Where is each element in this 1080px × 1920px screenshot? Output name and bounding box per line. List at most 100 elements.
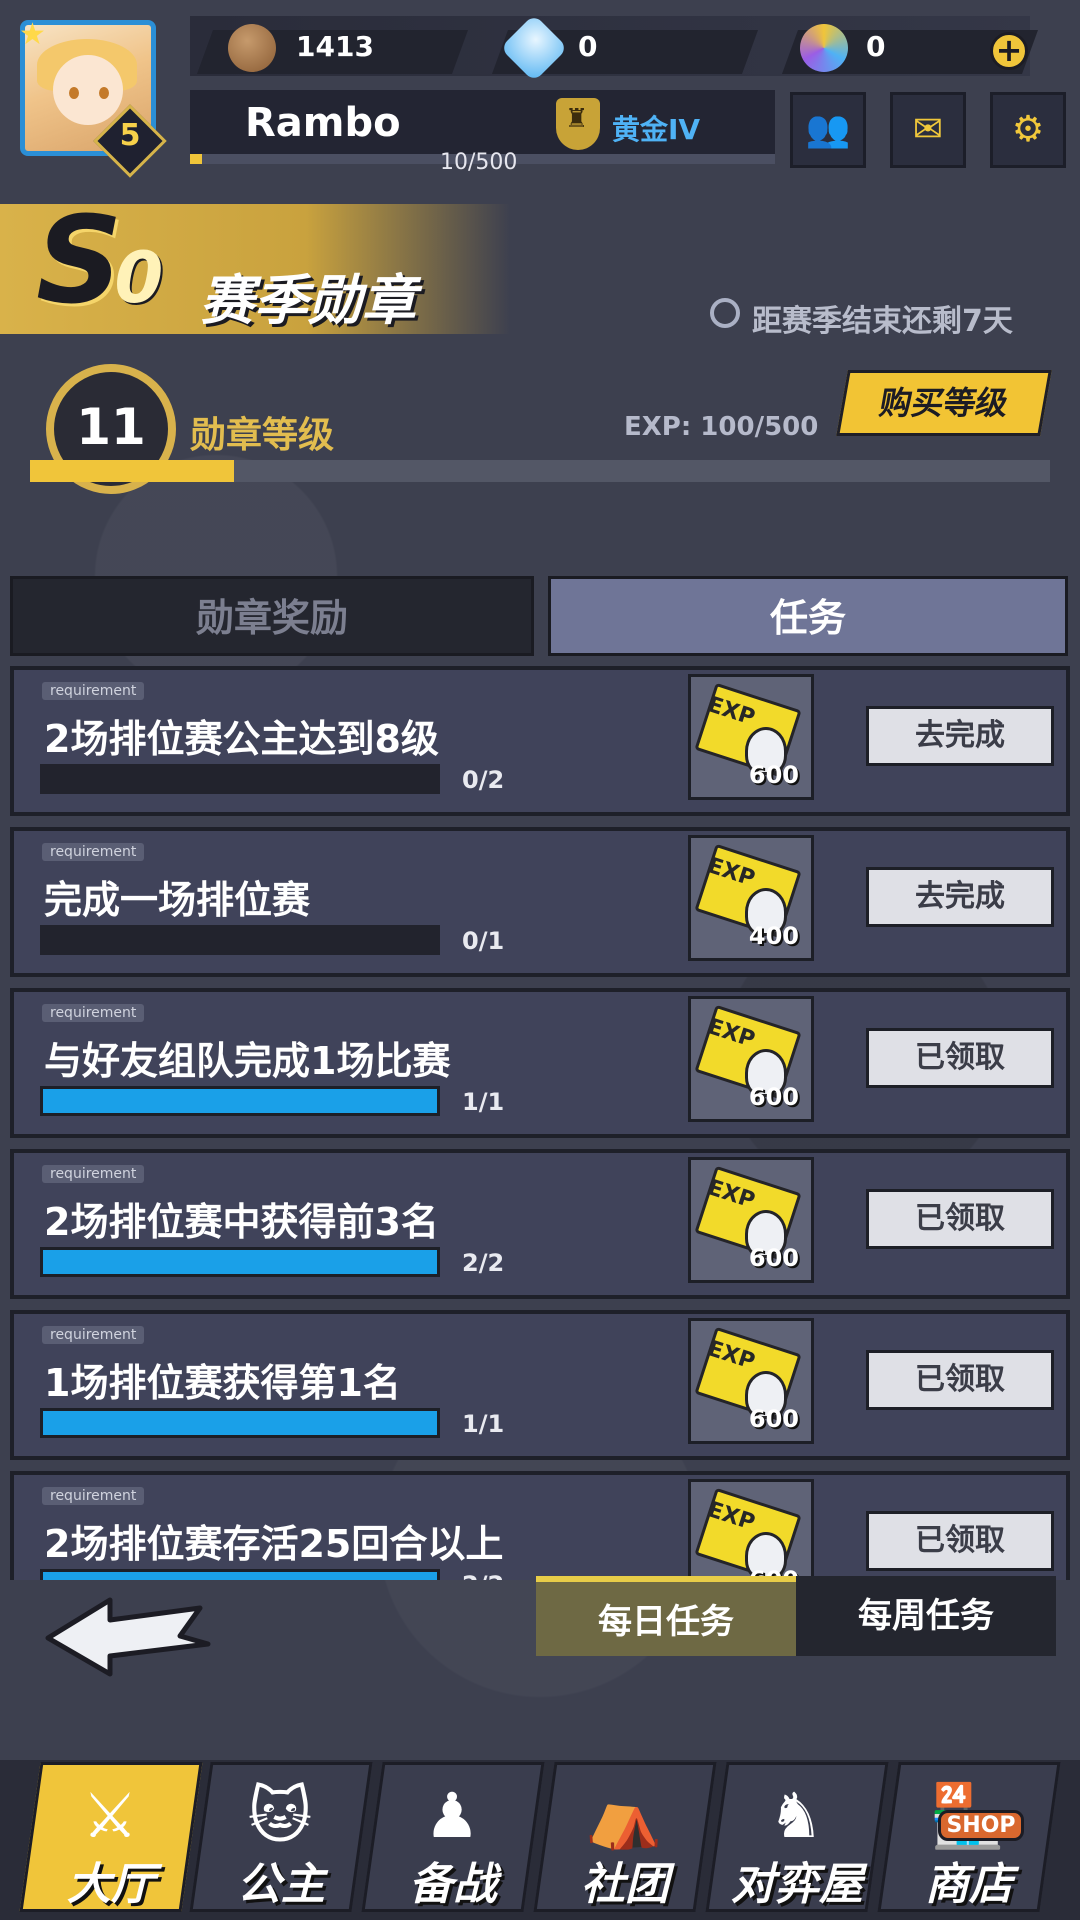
requirement-tag: requirement (42, 1326, 145, 1344)
reward-amount: 600 (748, 761, 799, 789)
tab-weekly-tasks[interactable]: 每周任务 (796, 1576, 1056, 1656)
friends-icon: 👥 (805, 109, 851, 150)
potato-coin-icon (228, 24, 276, 72)
task-row: requirement 完成一场排位赛 0/1 EXP 400 去完成 (10, 827, 1070, 977)
exp-ticket-reward: EXP 400 (688, 835, 814, 961)
task-progress-bar (40, 1408, 440, 1438)
task-row: requirement 2场排位赛存活25回合以上 2/2 EXP600 已领取 (10, 1471, 1070, 1580)
season-badge-number: 0 (114, 237, 163, 319)
nav-label: 社团 (581, 1859, 669, 1910)
task-row: requirement 2场排位赛公主达到8级 0/2 EXP 600 去完成 (10, 666, 1070, 816)
shop-sign: SHOP (938, 1810, 1024, 1841)
task-row: requirement 1场排位赛获得第1名 1/1 EXP 600 已领取 (10, 1310, 1070, 1460)
task-progress-fill (40, 1247, 440, 1277)
task-progress-fill (40, 1408, 440, 1438)
task-progress-fill (40, 1569, 440, 1580)
tab-tasks[interactable]: 任务 (548, 576, 1068, 656)
task-title: 1场排位赛获得第1名 (44, 1361, 401, 1405)
requirement-tag: requirement (42, 843, 145, 861)
requirement-tag: requirement (42, 1487, 145, 1505)
exp-ticket-reward: EXP 600 (688, 1479, 814, 1580)
clock-icon (710, 298, 740, 328)
task-title: 与好友组队完成1场比赛 (44, 1039, 451, 1083)
nav-label: 商店 (925, 1859, 1013, 1910)
task-title: 2场排位赛中获得前3名 (44, 1200, 439, 1244)
task-list[interactable]: requirement 2场排位赛公主达到8级 0/2 EXP 600 去完成 requir… (10, 666, 1070, 1580)
diamond-count: 0 (578, 30, 598, 63)
add-currency-icon[interactable]: + (990, 32, 1028, 70)
star-icon: ★ (19, 17, 46, 52)
ring-gem-icon (800, 24, 848, 72)
player-rank: 黄金IV (612, 113, 701, 146)
medal-exp-text: EXP: 100/500 (624, 412, 819, 442)
gear-icon: ⚙ (1011, 109, 1045, 150)
task-progress-bar (40, 1569, 440, 1580)
chess-pieces-icon: ♟ (424, 1779, 480, 1852)
season-title: 赛季勋章 (200, 269, 416, 332)
medal-level-label: 勋章等级 (190, 415, 335, 456)
rank-shield-icon (556, 98, 600, 150)
task-row: requirement 与好友组队完成1场比赛 1/1 EXP 600 已领取 (10, 988, 1070, 1138)
task-action-button[interactable]: 去完成 (866, 867, 1054, 927)
task-progress-text: 1/1 (462, 1410, 505, 1438)
exp-ticket-reward: EXP 600 (688, 674, 814, 800)
task-action-button[interactable]: 已领取 (866, 1350, 1054, 1410)
buy-level-button[interactable]: 购买等级 (836, 370, 1052, 436)
player-level: 5 (119, 118, 141, 153)
exp-ticket-reward: EXP 600 (688, 996, 814, 1122)
settings-button[interactable]: ⚙ (990, 92, 1066, 168)
club-tent-icon: ⛺ (585, 1779, 663, 1852)
potato-coin-count: 1413 (296, 30, 374, 63)
mail-button[interactable]: ✉ (890, 92, 966, 168)
nav-label: 公主 (237, 1859, 325, 1910)
task-progress-text: 2/2 (462, 1571, 504, 1580)
requirement-tag: requirement (42, 1165, 145, 1183)
reward-amount: 600 (748, 1244, 799, 1272)
task-action-button[interactable]: 已领取 (866, 1189, 1054, 1249)
back-arrow-icon[interactable] (40, 1594, 214, 1678)
task-progress-text: 1/1 (462, 1088, 505, 1116)
exp-ticket-reward: EXP 600 (688, 1318, 814, 1444)
season-time-left: 距赛季结束还剩7天 (752, 304, 1013, 339)
task-progress-bar (40, 925, 440, 955)
nav-label: 对弈屋 (731, 1859, 863, 1910)
medal-exp-bar (30, 460, 1050, 482)
task-title: 2场排位赛公主达到8级 (44, 717, 439, 761)
tab-medal-reward[interactable]: 勋章奖励 (10, 576, 534, 656)
exp-ticket-reward: EXP 600 (688, 1157, 814, 1283)
task-action-button[interactable]: 已领取 (866, 1028, 1054, 1088)
princess-icon: 🐱 (247, 1779, 313, 1852)
requirement-tag: requirement (42, 682, 145, 700)
task-progress-text: 2/2 (462, 1249, 505, 1277)
avatar-face (53, 55, 123, 125)
task-action-button[interactable]: 去完成 (866, 706, 1054, 766)
player-xp-fill (190, 154, 202, 164)
task-progress-bar (40, 764, 440, 794)
reward-amount: 600 (748, 1405, 799, 1433)
requirement-tag: requirement (42, 1004, 145, 1022)
tab-daily-tasks[interactable]: 每日任务 (536, 1576, 796, 1656)
season-badge-s: S (36, 192, 122, 331)
nav-label: 大厅 (67, 1859, 155, 1910)
friends-button[interactable]: 👥 (790, 92, 866, 168)
task-title: 2场排位赛存活25回合以上 (44, 1522, 504, 1566)
task-progress-text: 0/2 (462, 766, 505, 794)
reward-amount: 400 (748, 922, 799, 950)
medal-exp-fill (30, 460, 234, 482)
task-title: 完成一场排位赛 (44, 878, 311, 922)
season-badge: S0 (36, 192, 163, 331)
mail-icon: ✉ (912, 109, 944, 150)
task-progress-bar (40, 1086, 440, 1116)
crossed-swords-icon: ⚔ (82, 1779, 138, 1852)
avatar-eye (99, 87, 109, 99)
task-action-button[interactable]: 已领取 (866, 1511, 1054, 1571)
chess-knight-icon: ♞ (768, 1779, 824, 1852)
task-progress-text: 0/1 (462, 927, 505, 955)
player-name: Rambo (245, 100, 401, 146)
task-row: requirement 2场排位赛中获得前3名 2/2 EXP 600 已领取 (10, 1149, 1070, 1299)
reward-amount: 600 (748, 1083, 799, 1111)
nav-label: 备战 (409, 1859, 497, 1910)
medal-level-number: 11 (76, 398, 146, 456)
player-xp-text: 10/500 (440, 150, 518, 175)
avatar-eye (69, 87, 79, 99)
